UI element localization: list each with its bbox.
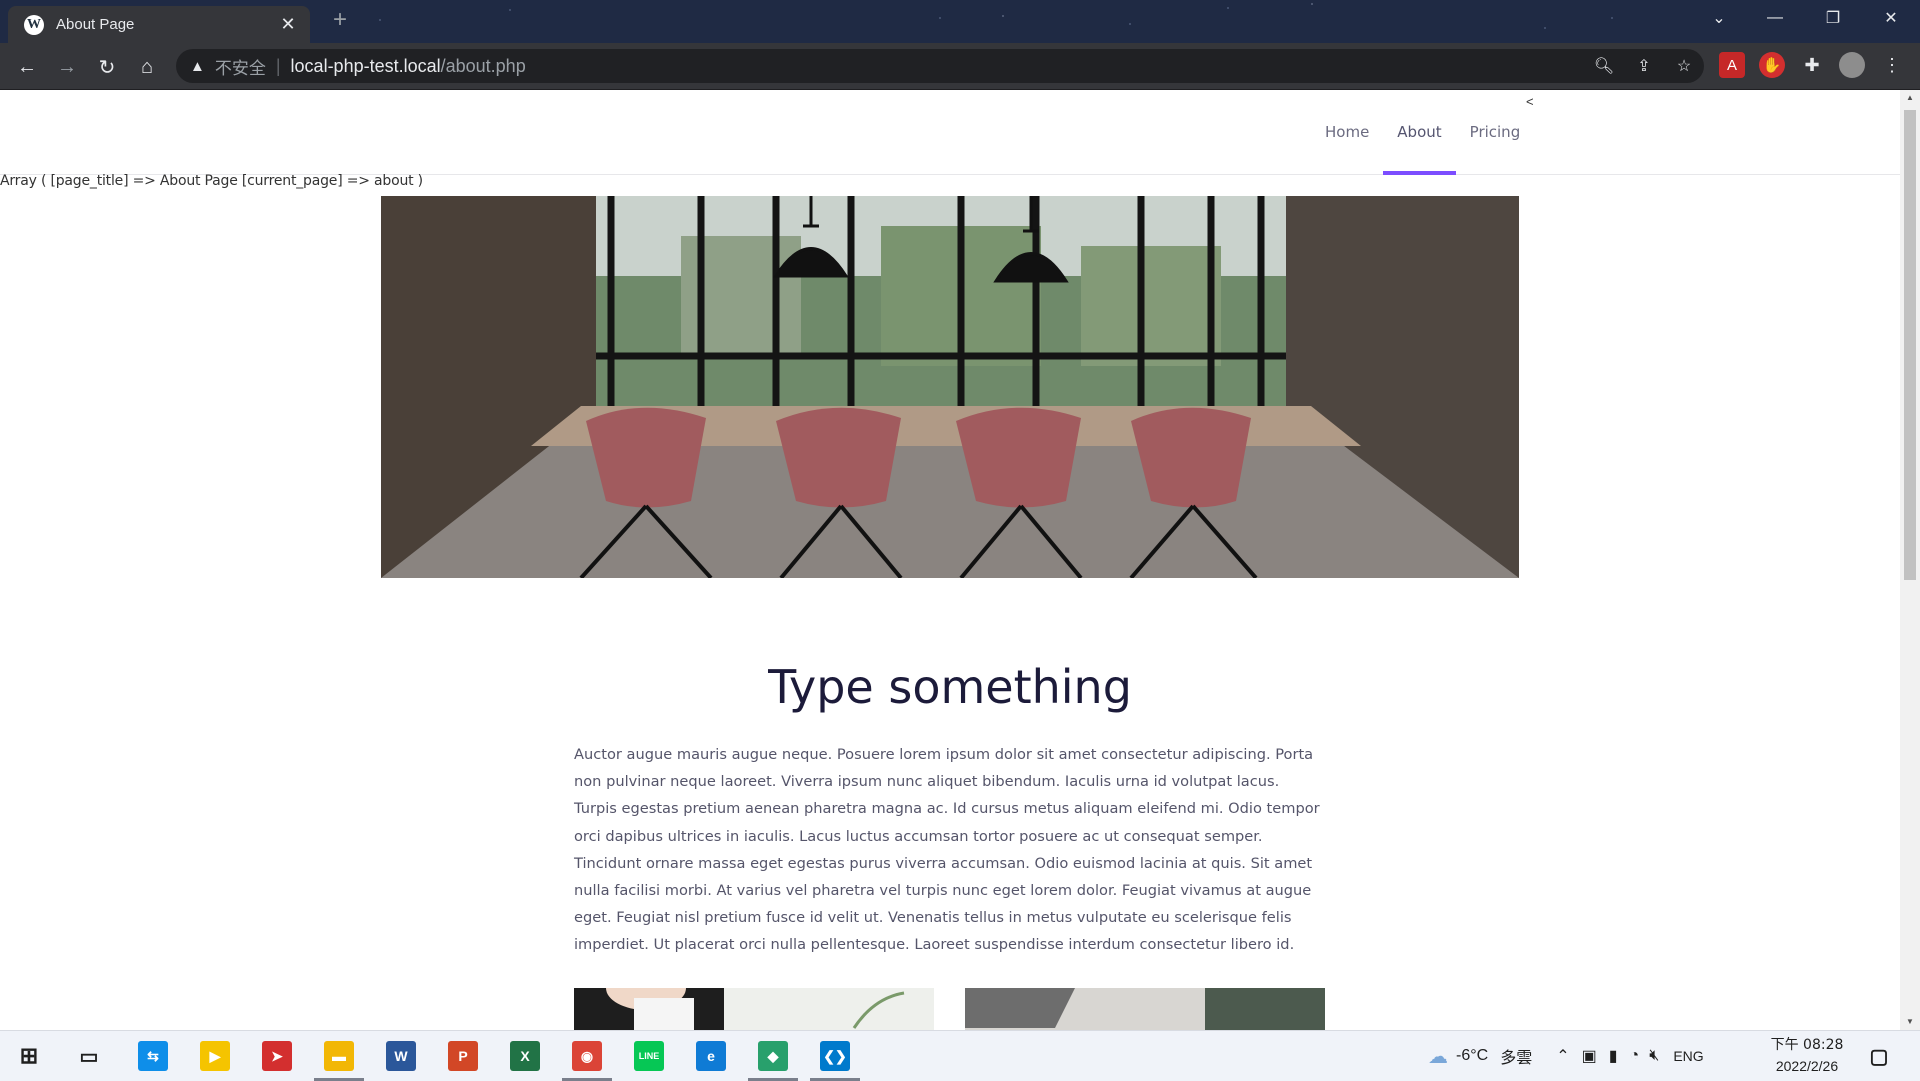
clock-date: 2022/2/26 (1775, 1058, 1839, 1074)
tab-title: About Page (56, 16, 135, 33)
vscode-icon[interactable]: ❮❯ (820, 1041, 850, 1071)
browser-tab[interactable]: W About Page ✕ (8, 6, 310, 43)
zoom-icon[interactable]: 🔍︎ (1592, 55, 1616, 77)
edge-icon[interactable]: e (696, 1041, 726, 1071)
site-header: < Home About Pricing (0, 90, 1900, 175)
weather-cloud-icon[interactable]: ☁ (1428, 1044, 1448, 1069)
share-icon[interactable]: ⇪ (1632, 55, 1656, 77)
system-tray: ☁ -6°C 多雲 ⌃ ▣ ▮ ◔ 🔇︎ ENG (1428, 1031, 1704, 1081)
close-tab-icon[interactable]: ✕ (278, 14, 298, 35)
app-red-arrow-icon[interactable]: ➤ (262, 1041, 292, 1071)
restore-button[interactable]: ❐ (1810, 0, 1856, 36)
meeting-room-illustration (381, 196, 1519, 578)
excel-icon[interactable]: X (510, 1041, 540, 1071)
potplayer-icon[interactable]: ▶ (200, 1041, 230, 1071)
app-green-diamond-icon[interactable]: ◆ (758, 1041, 788, 1071)
line-icon[interactable]: LINE (634, 1041, 664, 1071)
tray-expand-chevron-icon[interactable]: ⌃ (1556, 1046, 1569, 1066)
thumbnail-laptop-image (965, 988, 1325, 1030)
thumbnail-person-image (574, 988, 934, 1030)
nav-about[interactable]: About (1383, 90, 1457, 175)
close-window-button[interactable]: ✕ (1868, 0, 1914, 36)
scroll-up-arrow-icon[interactable]: ▲ (1900, 90, 1920, 106)
adblock-extension-icon[interactable]: ✋ (1759, 52, 1785, 78)
warning-icon[interactable]: ▲ (190, 58, 205, 75)
forward-arrow-icon[interactable]: → (51, 51, 83, 83)
laptop-thumbnail-illustration (965, 988, 1325, 1030)
notification-center-icon[interactable]: ▢ (1864, 1041, 1894, 1071)
nav-pricing[interactable]: Pricing (1456, 90, 1535, 174)
clock-time: 下午 08:28 (1770, 1037, 1844, 1053)
word-icon[interactable]: W (386, 1041, 416, 1071)
insecure-label[interactable]: 不安全 (215, 54, 266, 79)
volume-muted-icon[interactable]: 🔇︎ (1649, 1047, 1659, 1065)
bookmark-star-icon[interactable]: ☆ (1672, 55, 1696, 77)
tab-search-chevron-icon[interactable]: ⌄ (1696, 0, 1742, 36)
scrollbar-thumb[interactable] (1904, 110, 1916, 580)
system-clock[interactable]: 下午 08:28 2022/2/26 (1762, 1035, 1852, 1077)
address-separator: | (275, 55, 281, 76)
php-debug-output: Array ( [page_title] => About Page [curr… (0, 173, 423, 189)
wordpress-icon: W (24, 14, 44, 35)
wifi-icon[interactable]: ◔ (1630, 1047, 1640, 1065)
scroll-down-arrow-icon[interactable]: ▼ (1900, 1014, 1920, 1030)
new-tab-button[interactable]: + (326, 6, 354, 34)
security-icon[interactable]: ▣ (1582, 1046, 1597, 1066)
back-arrow-icon[interactable]: ← (11, 51, 43, 83)
minimize-button[interactable]: — (1752, 0, 1798, 36)
language-indicator[interactable]: ENG (1673, 1048, 1703, 1064)
file-explorer-icon[interactable]: ▬ (324, 1041, 354, 1071)
chrome-icon[interactable]: ◉ (572, 1041, 602, 1071)
browser-toolbar: ← → ↻ ⌂ ▲ 不安全 | local-php-test.local/abo… (0, 43, 1920, 90)
person-thumbnail-illustration (574, 988, 934, 1030)
page-scrollbar[interactable]: ▲ ▼ (1900, 90, 1920, 1030)
nav-home[interactable]: Home (1311, 90, 1383, 174)
content-title: Type something (768, 660, 1132, 714)
menu-kebab-icon[interactable]: ⋮ (1879, 52, 1905, 78)
windows-taskbar: ⊞ ▭ ☁ -6°C 多雲 ⌃ ▣ ▮ ◔ 🔇︎ ENG 下午 08:28 20… (0, 1030, 1920, 1081)
profile-avatar[interactable] (1839, 52, 1865, 78)
url-host[interactable]: local-php-test.local (291, 56, 441, 77)
battery-icon[interactable]: ▮ (1609, 1046, 1618, 1066)
weather-desc[interactable]: 多雲 (1500, 1044, 1532, 1068)
url-path[interactable]: /about.php (441, 56, 526, 77)
task-view-icon[interactable]: ▭ (74, 1041, 104, 1071)
reload-icon[interactable]: ↻ (91, 51, 123, 83)
acrobat-extension-icon[interactable]: A (1719, 52, 1745, 78)
teamviewer-icon[interactable]: ⇆ (138, 1041, 168, 1071)
content-body: Auctor augue mauris augue neque. Posuere… (574, 746, 1320, 954)
weather-temp[interactable]: -6°C (1456, 1047, 1488, 1065)
hero-image-meeting-room (381, 196, 1519, 578)
address-bar[interactable]: ▲ 不安全 | local-php-test.local/about.php 🔍… (176, 49, 1704, 83)
windows-start-icon[interactable]: ⊞ (14, 1041, 44, 1071)
extensions-puzzle-icon[interactable]: ✚ (1799, 52, 1825, 78)
page-viewport: < Home About Pricing Array ( [page_title… (0, 90, 1920, 1030)
home-icon[interactable]: ⌂ (131, 51, 163, 83)
site-nav: Home About Pricing (1311, 90, 1535, 175)
browser-titlebar: W About Page ✕ + ⌄ — ❐ ✕ (0, 0, 1920, 43)
powerpoint-icon[interactable]: P (448, 1041, 478, 1071)
